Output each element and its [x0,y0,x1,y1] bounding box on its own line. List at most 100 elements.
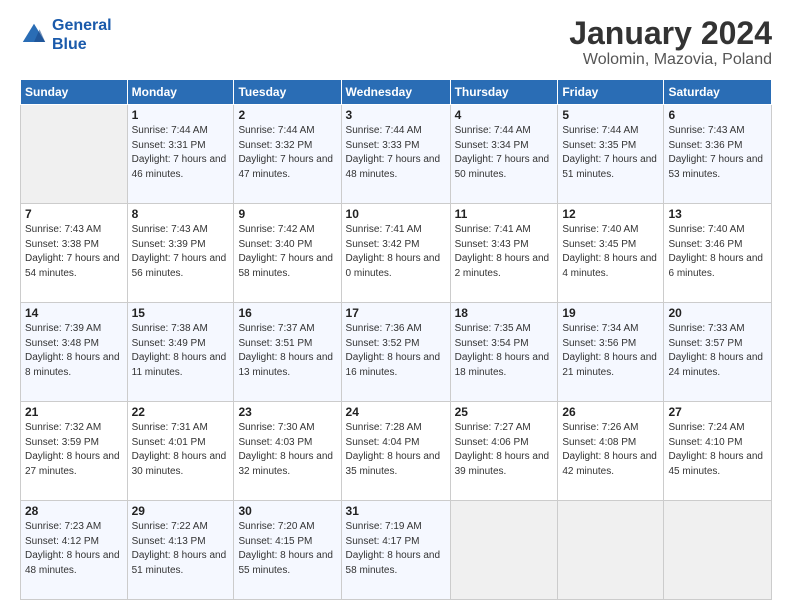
day-number: 13 [668,207,767,221]
calendar-cell: 18 Sunrise: 7:35 AMSunset: 3:54 PMDaylig… [450,303,558,402]
calendar-cell: 29 Sunrise: 7:22 AMSunset: 4:13 PMDaylig… [127,501,234,600]
calendar-cell: 26 Sunrise: 7:26 AMSunset: 4:08 PMDaylig… [558,402,664,501]
day-number: 24 [346,405,446,419]
day-number: 22 [132,405,230,419]
calendar-cell: 4 Sunrise: 7:44 AMSunset: 3:34 PMDayligh… [450,105,558,204]
page-title: January 2024 [569,16,772,51]
day-info: Sunrise: 7:19 AMSunset: 4:17 PMDaylight:… [346,520,446,578]
calendar-cell: 1 Sunrise: 7:44 AMSunset: 3:31 PMDayligh… [127,105,234,204]
day-info: Sunrise: 7:30 AMSunset: 4:03 PMDaylight:… [238,421,336,479]
calendar-cell: 15 Sunrise: 7:38 AMSunset: 3:49 PMDaylig… [127,303,234,402]
logo-text: General Blue [52,16,112,54]
calendar-cell: 31 Sunrise: 7:19 AMSunset: 4:17 PMDaylig… [341,501,450,600]
calendar-cell: 19 Sunrise: 7:34 AMSunset: 3:56 PMDaylig… [558,303,664,402]
day-info: Sunrise: 7:43 AMSunset: 3:38 PMDaylight:… [25,223,123,281]
page-header: General Blue January 2024 Wolomin, Mazov… [20,16,772,69]
col-tuesday: Tuesday [234,80,341,105]
calendar-page: General Blue January 2024 Wolomin, Mazov… [0,0,792,612]
day-number: 4 [455,108,554,122]
day-info: Sunrise: 7:36 AMSunset: 3:52 PMDaylight:… [346,322,446,380]
col-monday: Monday [127,80,234,105]
day-number: 17 [346,306,446,320]
day-info: Sunrise: 7:33 AMSunset: 3:57 PMDaylight:… [668,322,767,380]
day-info: Sunrise: 7:43 AMSunset: 3:39 PMDaylight:… [132,223,230,281]
day-info: Sunrise: 7:39 AMSunset: 3:48 PMDaylight:… [25,322,123,380]
day-number: 20 [668,306,767,320]
day-info: Sunrise: 7:43 AMSunset: 3:36 PMDaylight:… [668,124,767,182]
day-info: Sunrise: 7:24 AMSunset: 4:10 PMDaylight:… [668,421,767,479]
calendar-cell: 6 Sunrise: 7:43 AMSunset: 3:36 PMDayligh… [664,105,772,204]
day-info: Sunrise: 7:31 AMSunset: 4:01 PMDaylight:… [132,421,230,479]
day-number: 19 [562,306,659,320]
calendar-cell: 9 Sunrise: 7:42 AMSunset: 3:40 PMDayligh… [234,204,341,303]
calendar-header-row: Sunday Monday Tuesday Wednesday Thursday… [21,80,772,105]
day-info: Sunrise: 7:27 AMSunset: 4:06 PMDaylight:… [455,421,554,479]
day-info: Sunrise: 7:37 AMSunset: 3:51 PMDaylight:… [238,322,336,380]
calendar-cell: 12 Sunrise: 7:40 AMSunset: 3:45 PMDaylig… [558,204,664,303]
calendar-cell: 23 Sunrise: 7:30 AMSunset: 4:03 PMDaylig… [234,402,341,501]
day-number: 25 [455,405,554,419]
day-info: Sunrise: 7:44 AMSunset: 3:31 PMDaylight:… [132,124,230,182]
day-number: 23 [238,405,336,419]
day-info: Sunrise: 7:26 AMSunset: 4:08 PMDaylight:… [562,421,659,479]
day-number: 15 [132,306,230,320]
calendar-cell: 2 Sunrise: 7:44 AMSunset: 3:32 PMDayligh… [234,105,341,204]
day-info: Sunrise: 7:44 AMSunset: 3:34 PMDaylight:… [455,124,554,182]
calendar-cell: 22 Sunrise: 7:31 AMSunset: 4:01 PMDaylig… [127,402,234,501]
calendar-table: Sunday Monday Tuesday Wednesday Thursday… [20,79,772,600]
calendar-cell: 27 Sunrise: 7:24 AMSunset: 4:10 PMDaylig… [664,402,772,501]
col-sunday: Sunday [21,80,128,105]
calendar-cell: 20 Sunrise: 7:33 AMSunset: 3:57 PMDaylig… [664,303,772,402]
logo-icon [20,21,48,49]
calendar-cell [558,501,664,600]
calendar-week-4: 21 Sunrise: 7:32 AMSunset: 3:59 PMDaylig… [21,402,772,501]
calendar-cell: 8 Sunrise: 7:43 AMSunset: 3:39 PMDayligh… [127,204,234,303]
day-number: 18 [455,306,554,320]
calendar-week-1: 1 Sunrise: 7:44 AMSunset: 3:31 PMDayligh… [21,105,772,204]
day-number: 29 [132,504,230,518]
page-subtitle: Wolomin, Mazovia, Poland [569,51,772,69]
day-info: Sunrise: 7:44 AMSunset: 3:35 PMDaylight:… [562,124,659,182]
day-info: Sunrise: 7:35 AMSunset: 3:54 PMDaylight:… [455,322,554,380]
logo: General Blue [20,16,112,54]
day-number: 12 [562,207,659,221]
col-wednesday: Wednesday [341,80,450,105]
calendar-cell: 25 Sunrise: 7:27 AMSunset: 4:06 PMDaylig… [450,402,558,501]
calendar-cell: 21 Sunrise: 7:32 AMSunset: 3:59 PMDaylig… [21,402,128,501]
calendar-cell: 24 Sunrise: 7:28 AMSunset: 4:04 PMDaylig… [341,402,450,501]
calendar-week-3: 14 Sunrise: 7:39 AMSunset: 3:48 PMDaylig… [21,303,772,402]
day-info: Sunrise: 7:34 AMSunset: 3:56 PMDaylight:… [562,322,659,380]
day-number: 1 [132,108,230,122]
day-info: Sunrise: 7:42 AMSunset: 3:40 PMDaylight:… [238,223,336,281]
day-number: 26 [562,405,659,419]
day-info: Sunrise: 7:40 AMSunset: 3:46 PMDaylight:… [668,223,767,281]
calendar-week-2: 7 Sunrise: 7:43 AMSunset: 3:38 PMDayligh… [21,204,772,303]
day-info: Sunrise: 7:38 AMSunset: 3:49 PMDaylight:… [132,322,230,380]
calendar-week-5: 28 Sunrise: 7:23 AMSunset: 4:12 PMDaylig… [21,501,772,600]
day-info: Sunrise: 7:23 AMSunset: 4:12 PMDaylight:… [25,520,123,578]
calendar-cell [21,105,128,204]
day-info: Sunrise: 7:40 AMSunset: 3:45 PMDaylight:… [562,223,659,281]
calendar-cell: 10 Sunrise: 7:41 AMSunset: 3:42 PMDaylig… [341,204,450,303]
calendar-cell: 30 Sunrise: 7:20 AMSunset: 4:15 PMDaylig… [234,501,341,600]
calendar-cell: 28 Sunrise: 7:23 AMSunset: 4:12 PMDaylig… [21,501,128,600]
title-block: January 2024 Wolomin, Mazovia, Poland [569,16,772,69]
calendar-cell: 5 Sunrise: 7:44 AMSunset: 3:35 PMDayligh… [558,105,664,204]
day-number: 21 [25,405,123,419]
day-info: Sunrise: 7:20 AMSunset: 4:15 PMDaylight:… [238,520,336,578]
day-info: Sunrise: 7:44 AMSunset: 3:33 PMDaylight:… [346,124,446,182]
day-info: Sunrise: 7:44 AMSunset: 3:32 PMDaylight:… [238,124,336,182]
calendar-cell: 11 Sunrise: 7:41 AMSunset: 3:43 PMDaylig… [450,204,558,303]
day-number: 30 [238,504,336,518]
col-saturday: Saturday [664,80,772,105]
calendar-cell: 7 Sunrise: 7:43 AMSunset: 3:38 PMDayligh… [21,204,128,303]
col-thursday: Thursday [450,80,558,105]
day-info: Sunrise: 7:32 AMSunset: 3:59 PMDaylight:… [25,421,123,479]
calendar-cell: 14 Sunrise: 7:39 AMSunset: 3:48 PMDaylig… [21,303,128,402]
col-friday: Friday [558,80,664,105]
day-info: Sunrise: 7:28 AMSunset: 4:04 PMDaylight:… [346,421,446,479]
calendar-cell [450,501,558,600]
day-number: 11 [455,207,554,221]
calendar-cell: 13 Sunrise: 7:40 AMSunset: 3:46 PMDaylig… [664,204,772,303]
day-number: 9 [238,207,336,221]
